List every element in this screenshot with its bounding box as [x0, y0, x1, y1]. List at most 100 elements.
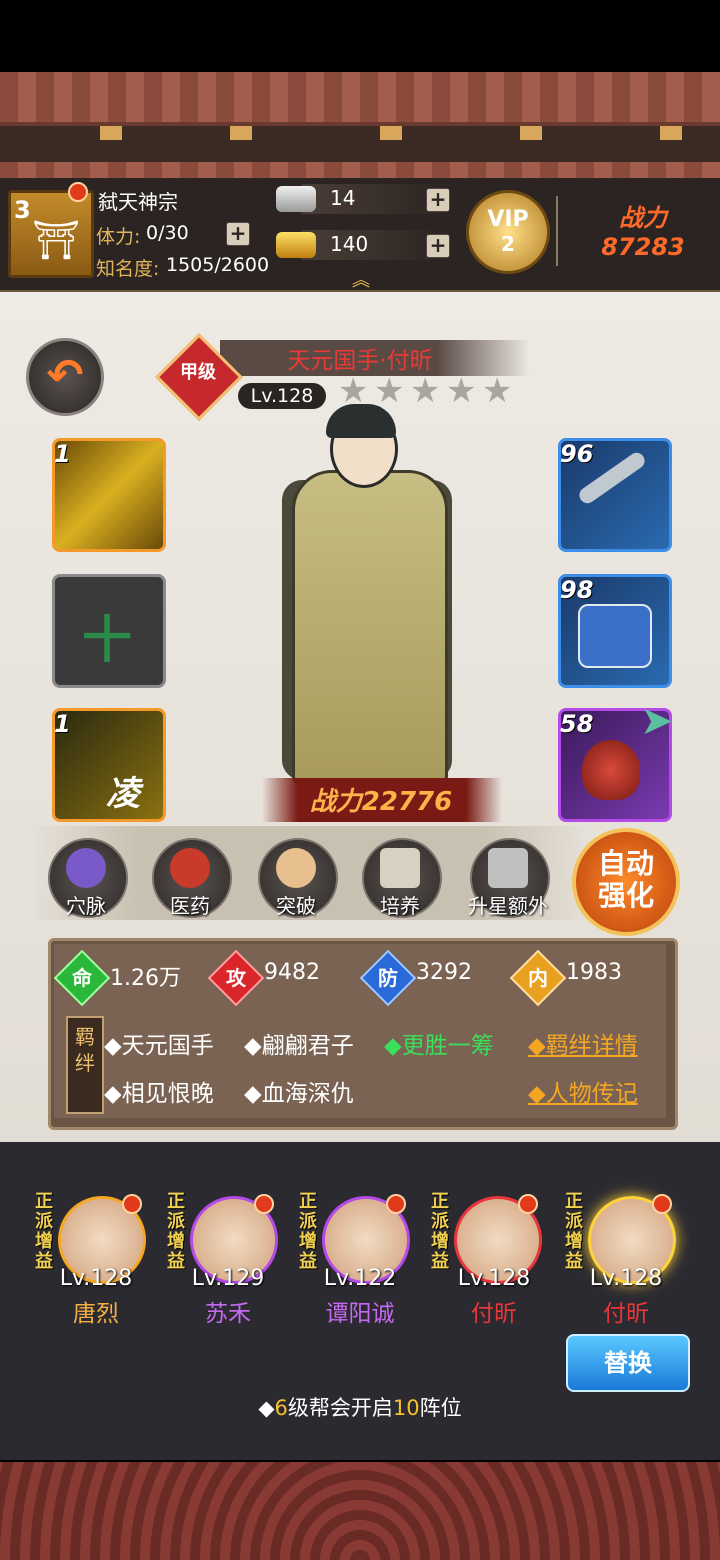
- silver-amount: 14: [330, 186, 356, 210]
- bond-item: ◆血海深仇: [244, 1081, 354, 1107]
- back-button[interactable]: ↶: [26, 338, 104, 416]
- hero-power: 战力22776: [309, 787, 453, 817]
- notification-dot: [652, 1194, 672, 1214]
- member-level: Lv.128: [457, 1266, 531, 1291]
- sect-name: 弑天神宗: [98, 190, 178, 214]
- bond-item-active: ◆更胜一筹: [384, 1033, 494, 1059]
- defense-glyph: 防: [378, 966, 398, 990]
- notice-slots: 10: [392, 1396, 420, 1420]
- enhance-label: 强化: [597, 879, 654, 912]
- inner-force-value: 1983: [566, 960, 622, 985]
- hero-name: 天元国手·付昕: [287, 348, 433, 374]
- gold-amount: 140: [330, 232, 369, 256]
- armor-icon: [488, 848, 528, 888]
- skill-glyph: 凌: [106, 774, 140, 814]
- slot-level: 58: [560, 710, 594, 738]
- vip-badge[interactable]: VIP 2: [466, 190, 550, 274]
- notification-dot: [254, 1194, 274, 1214]
- robe-icon: [578, 604, 652, 668]
- breakthrough-label: 突破: [276, 894, 316, 918]
- health-glyph: 命: [72, 966, 92, 990]
- defense-value: 3292: [416, 960, 472, 985]
- power-label: 战力: [619, 204, 667, 232]
- character-portrait[interactable]: [292, 470, 448, 786]
- auto-enhance-button[interactable]: 自动 强化: [572, 828, 680, 936]
- member-level: Lv.122: [323, 1266, 397, 1291]
- acupoint-label: 穴脉: [66, 894, 106, 918]
- stamina-label: 体力:: [96, 226, 141, 248]
- bond-item: ◆相见恨晚: [104, 1081, 214, 1107]
- biography-link[interactable]: ◆人物传记: [528, 1074, 638, 1108]
- member-name: 苏禾: [205, 1301, 251, 1327]
- auto-label: 自动: [597, 847, 654, 880]
- meridian-icon: [66, 848, 106, 888]
- fame-label: 知名度:: [96, 258, 160, 280]
- floor-decoration: [0, 1462, 720, 1560]
- notice-bullet: ◆: [258, 1396, 275, 1420]
- vip-level: 2: [501, 232, 515, 256]
- divider: [556, 196, 558, 266]
- expand-chevron-icon[interactable]: ︽: [352, 266, 370, 292]
- sect-level: 3: [14, 196, 31, 224]
- power-value: 87283: [601, 233, 685, 261]
- formation-notice: ◆6级帮会开启10阵位: [0, 1392, 720, 1422]
- lantern-icon: [230, 126, 252, 140]
- bond-item: ◆天元国手: [104, 1033, 214, 1059]
- star-icon: ★: [410, 371, 441, 411]
- attack-glyph: 攻: [226, 966, 246, 990]
- swap-button[interactable]: 替换: [566, 1334, 690, 1392]
- hero-level: Lv.128: [238, 383, 326, 409]
- stamina-value: 0/30: [146, 222, 189, 244]
- teapot-icon: [582, 740, 640, 800]
- slot-level: 1: [54, 440, 71, 468]
- gold-ingot-icon: [276, 232, 316, 258]
- notice-text: 级帮会开启: [287, 1396, 393, 1420]
- add-stamina-button[interactable]: +: [226, 222, 250, 246]
- star-icon: ★: [482, 371, 513, 411]
- lantern-icon: [660, 126, 682, 140]
- star-icon: ★: [446, 371, 477, 411]
- notification-dot: [386, 1194, 406, 1214]
- star-up-label: 升星额外: [468, 894, 548, 918]
- scroll-icon: [380, 848, 420, 888]
- bond-tag: 羁绊: [66, 1016, 104, 1114]
- notice-suffix: 阵位: [419, 1396, 462, 1420]
- add-gold-button[interactable]: +: [426, 234, 450, 258]
- fame-value: 1505/2600: [166, 254, 270, 276]
- member-level: Lv.128: [59, 1266, 133, 1291]
- attack-value: 9482: [264, 960, 320, 985]
- health-value: 1.26万: [110, 966, 181, 991]
- member-level: Lv.128: [589, 1266, 663, 1291]
- lantern-icon: [380, 126, 402, 140]
- member-name: 谭阳诚: [325, 1301, 395, 1327]
- inner-force-glyph: 内: [528, 966, 548, 990]
- silver-ingot-icon: [276, 186, 316, 212]
- notification-dot: [518, 1194, 538, 1214]
- pavilion-icon: ⛩: [32, 218, 81, 262]
- lantern-icon: [100, 126, 122, 140]
- cultivate-label: 培养: [380, 894, 420, 918]
- vip-label: VIP: [487, 207, 529, 232]
- star-icon: ★: [374, 371, 405, 411]
- lantern-icon: [520, 126, 542, 140]
- add-skill-icon: 十: [82, 611, 132, 669]
- notice-level: 6: [274, 1396, 288, 1420]
- slot-level: 96: [560, 440, 594, 468]
- grade-label: 甲级: [180, 362, 216, 383]
- member-level: Lv.129: [191, 1266, 265, 1291]
- slot-level: 1: [54, 710, 71, 738]
- slot-level: 98: [560, 576, 594, 604]
- notification-dot: [68, 182, 88, 202]
- add-silver-button[interactable]: +: [426, 188, 450, 212]
- hero-face-icon: [276, 848, 316, 888]
- bond-item: ◆翩翩君子: [244, 1033, 354, 1059]
- total-power: 战力 87283: [578, 198, 708, 261]
- member-name: 唐烈: [73, 1301, 119, 1327]
- member-name: 付昕: [471, 1301, 517, 1327]
- arrow-hint-icon: ➤: [640, 698, 674, 744]
- member-name: 付昕: [603, 1301, 649, 1327]
- medicine-label: 医药: [170, 894, 210, 918]
- notification-dot: [122, 1194, 142, 1214]
- herb-icon: [170, 848, 210, 888]
- bond-detail-link[interactable]: ◆羁绊详情: [528, 1026, 638, 1060]
